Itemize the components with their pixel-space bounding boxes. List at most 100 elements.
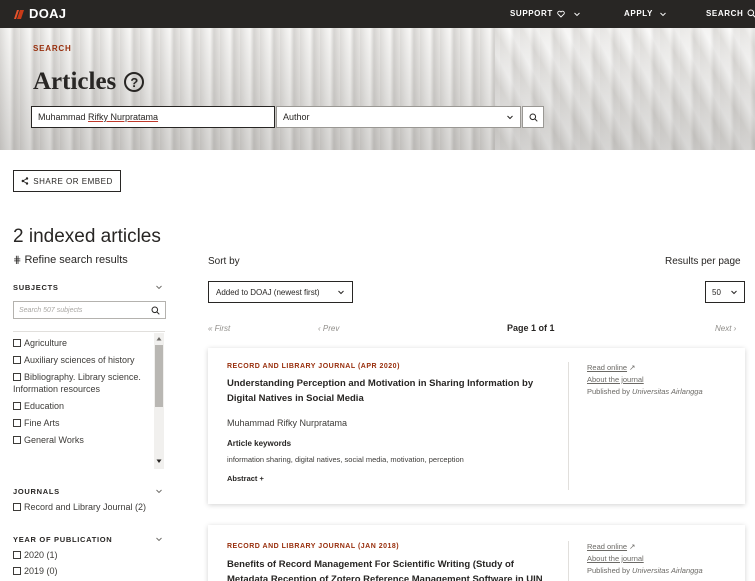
chevron-down-icon [156,489,162,494]
subject-label: Fine Arts [24,418,60,428]
nav-support-label: SUPPORT [510,9,553,18]
nav-apply[interactable]: APPLY [624,9,667,18]
scroll-down-arrow-icon[interactable] [156,459,162,464]
help-icon[interactable]: ? [124,72,145,92]
article-keywords-label: Article keywords [227,439,292,448]
abstract-toggle[interactable]: Abstract + [227,474,264,483]
subject-label: General Works [24,435,84,445]
checkbox[interactable] [13,551,21,559]
facet-year-header[interactable]: YEAR OF PUBLICATION [13,535,163,544]
article-links: Read online ↗ About the journal Publishe… [587,362,703,398]
search-kicker: SEARCH [33,44,72,53]
year-label: 2019 (0) [24,566,58,576]
chevron-down-icon [660,12,666,16]
checkbox[interactable] [13,567,21,575]
subjects-scrollbar-thumb[interactable] [155,345,163,407]
sort-select[interactable]: Added to DOAJ (newest first) [208,281,353,303]
sort-value: Added to DOAJ (newest first) [216,287,320,297]
sort-label: Sort by [208,256,240,267]
subject-checkbox-item[interactable]: Fine Arts [13,417,165,429]
subjects-search-placeholder: Search 507 subjects [19,306,83,314]
checkbox[interactable] [13,339,21,347]
chevron-right-icon: › [731,324,737,333]
search-query-second: Rifky Nurpratama [88,112,159,122]
page-title: Articles ? [33,68,145,96]
subject-checkbox-item[interactable]: Agriculture [13,337,165,349]
external-link-icon: ↗ [627,542,636,551]
subject-label: Education [24,401,65,411]
chevron-down-icon [731,290,737,295]
double-chevron-left-icon: « [208,324,215,333]
read-online-link[interactable]: Read online ↗ [587,541,703,553]
published-by-label: Published by [587,566,630,575]
refine-heading: ⋕ Refine search results [13,254,128,266]
checkbox[interactable] [13,373,21,381]
pagination-next[interactable]: Next › [715,324,736,333]
subjects-list: Agriculture Auxiliary sciences of histor… [13,331,165,469]
year-checkbox-item[interactable]: 2020 (1) [13,550,58,560]
nav-search-label: SEARCH [706,9,744,18]
chevron-down-icon [156,285,162,290]
subject-checkbox-item[interactable]: General Works [13,434,165,446]
article-journal[interactable]: RECORD AND LIBRARY JOURNAL (JAN 2018) [227,543,399,550]
about-journal-label: About the journal [587,375,644,384]
search-icon [529,113,538,122]
facet-journals-header[interactable]: JOURNALS [13,487,163,496]
chevron-down-icon [507,115,513,120]
doaj-logo-icon [14,9,24,19]
subject-checkbox-item[interactable]: Education [13,400,165,412]
pagination-first-label: First [214,324,231,333]
pagination-first[interactable]: « First [208,324,230,333]
read-online-label: Read online [587,363,628,372]
journal-checkbox-item[interactable]: Record and Library Journal (2) [13,502,146,512]
about-journal-link[interactable]: About the journal [587,553,703,565]
filter-icon: ⋕ [13,255,22,266]
year-label: 2020 (1) [24,550,58,560]
results-per-page-select[interactable]: 50 [705,281,745,303]
publisher-name: Universitas Airlangga [632,387,703,396]
about-journal-label: About the journal [587,554,644,563]
share-embed-button[interactable]: SHARE OR EMBED [13,170,121,192]
plus-icon: + [257,474,264,483]
subject-checkbox-item[interactable]: Auxiliary sciences of history [13,354,165,366]
facet-subjects-header[interactable]: SUBJECTS [13,283,163,292]
year-checkbox-item[interactable]: 2019 (0) [13,566,58,576]
pagination-prev[interactable]: ‹ Prev [318,324,339,333]
subject-checkbox-item[interactable]: Bibliography. Library science. Informati… [13,371,165,395]
checkbox[interactable] [13,402,21,410]
search-field-select[interactable]: Author [276,106,521,128]
search-icon [747,9,755,18]
nav-apply-label: APPLY [624,9,653,18]
nav-support[interactable]: SUPPORT [510,9,581,18]
subjects-search-input[interactable]: Search 507 subjects [13,301,166,319]
search-query-first: Muhammad [38,112,89,122]
checkbox[interactable] [13,503,21,511]
published-by-label: Published by [587,387,630,396]
article-title[interactable]: Benefits of Record Management For Scient… [227,557,557,581]
share-icon [21,177,29,185]
facet-journals-label: JOURNALS [13,487,60,496]
refine-label: Refine search results [24,254,128,266]
search-icon [151,306,160,315]
checkbox[interactable] [13,436,21,444]
checkbox[interactable] [13,356,21,364]
about-journal-link[interactable]: About the journal [587,374,703,386]
subject-label: Agriculture [24,338,68,348]
facet-subjects-label: SUBJECTS [13,283,59,292]
search-input[interactable]: Muhammad Rifky Nurpratama [31,106,275,128]
doaj-logo[interactable]: DOAJ [13,6,66,21]
journal-label: Record and Library Journal (2) [24,502,147,512]
publisher-line: Published by Universitas Airlangga [587,386,703,398]
nav-search[interactable]: SEARCH [706,9,755,18]
scroll-up-arrow-icon[interactable] [156,336,162,341]
article-title[interactable]: Understanding Perception and Motivation … [227,376,557,406]
article-card: RECORD AND LIBRARY JOURNAL (APR 2020) Un… [208,348,745,504]
results-count: 2 indexed articles [13,226,161,247]
search-button[interactable] [522,106,544,128]
top-nav-bar: DOAJ SUPPORT APPLY SEARCH [0,0,755,28]
checkbox[interactable] [13,419,21,427]
article-card: RECORD AND LIBRARY JOURNAL (JAN 2018) Be… [208,525,745,581]
article-journal[interactable]: RECORD AND LIBRARY JOURNAL (APR 2020) [227,363,400,370]
read-online-link[interactable]: Read online ↗ [587,362,703,374]
page-title-text: Articles [33,68,117,95]
